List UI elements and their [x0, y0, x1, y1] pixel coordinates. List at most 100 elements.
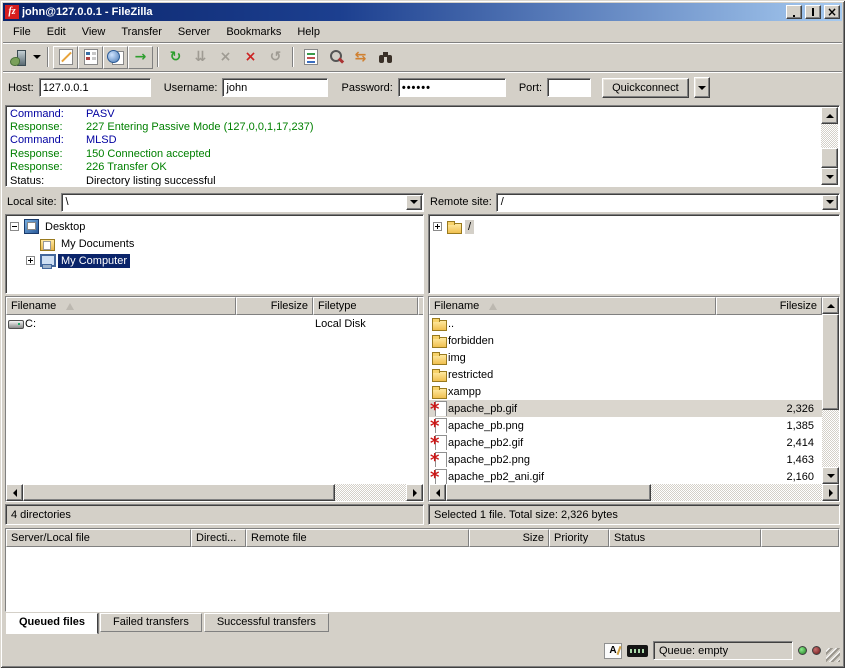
reconnect-button[interactable] — [263, 46, 288, 69]
column-header-status[interactable]: Status — [609, 529, 761, 547]
tab-successful-transfers[interactable]: Successful transfers — [204, 613, 329, 632]
quickconnect-button[interactable]: Quickconnect — [602, 78, 689, 98]
scroll-left-button[interactable] — [429, 484, 446, 501]
menu-bar: FileEditViewTransferServerBookmarksHelp — [3, 21, 842, 42]
scroll-track[interactable] — [821, 124, 838, 168]
tree-item-desktop[interactable]: Desktop — [6, 218, 423, 235]
scroll-right-button[interactable] — [406, 484, 423, 501]
filename-filters-button[interactable] — [323, 46, 348, 69]
tree-item-blank[interactable]: / — [429, 218, 839, 235]
collapse-minus-icon[interactable] — [10, 222, 19, 231]
site-manager-dropdown-button[interactable] — [30, 46, 43, 69]
quickconnect-dropdown-button[interactable] — [694, 77, 710, 98]
scroll-thumb[interactable] — [446, 484, 651, 501]
column-header-directi[interactable]: Directi... — [191, 529, 246, 547]
file-row-apache-pb2-gif[interactable]: apache_pb2.gif2,414 — [429, 434, 822, 451]
column-header-filesize[interactable]: Filesize — [716, 297, 822, 315]
filename-cell: apache_pb.png — [429, 418, 716, 433]
local-site-dropdown-button[interactable] — [406, 195, 422, 210]
toggle-message-log-button[interactable] — [53, 46, 78, 69]
file-row-apache-pb-gif[interactable]: apache_pb.gif2,326 — [429, 400, 822, 417]
menu-edit[interactable]: Edit — [39, 23, 74, 41]
menu-transfer[interactable]: Transfer — [113, 23, 170, 41]
filesize-cell: 1,463 — [716, 454, 822, 466]
username-input[interactable] — [226, 79, 324, 96]
tree-item-my-documents[interactable]: My Documents — [6, 235, 423, 252]
local-hscrollbar[interactable] — [6, 484, 423, 501]
column-header-filename[interactable]: Filename — [429, 297, 716, 315]
close-button[interactable]: × — [824, 5, 840, 19]
scroll-up-button[interactable] — [821, 107, 838, 124]
column-label: Directi... — [196, 532, 236, 544]
arrow-down-icon — [826, 175, 834, 179]
file-row-apache-pb-png[interactable]: apache_pb.png1,385 — [429, 417, 822, 434]
cancel-operation-button[interactable] — [213, 46, 238, 69]
scroll-up-button[interactable] — [822, 297, 839, 314]
file-row-blank[interactable]: .. — [429, 315, 822, 332]
minimize-button[interactable] — [786, 5, 802, 19]
column-header-filesize[interactable]: Filesize — [236, 297, 313, 315]
scroll-left-button[interactable] — [6, 484, 23, 501]
file-row-restricted[interactable]: restricted — [429, 366, 822, 383]
disconnect-button[interactable] — [238, 46, 263, 69]
column-header-server-local-file[interactable]: Server/Local file — [6, 529, 191, 547]
scroll-down-button[interactable] — [821, 168, 838, 185]
column-label: Size — [523, 532, 544, 544]
column-header-remote-file[interactable]: Remote file — [246, 529, 469, 547]
refresh-button[interactable] — [163, 46, 188, 69]
directory-comparison-button[interactable] — [298, 46, 323, 69]
menu-server[interactable]: Server — [170, 23, 218, 41]
host-input[interactable] — [43, 79, 147, 96]
log-scrollbar[interactable] — [821, 107, 838, 185]
column-header-size[interactable]: Size — [469, 529, 549, 547]
column-label: Filesize — [780, 300, 817, 312]
remote-hscrollbar[interactable] — [429, 484, 839, 501]
file-row-forbidden[interactable]: forbidden — [429, 332, 822, 349]
scroll-down-button[interactable] — [822, 467, 839, 484]
file-row-c[interactable]: C:Local Disk — [6, 315, 423, 332]
scroll-thumb[interactable] — [821, 148, 838, 168]
queue-body[interactable] — [6, 547, 839, 611]
tab-failed-transfers[interactable]: Failed transfers — [100, 613, 202, 632]
remote-site-combobox[interactable]: / — [496, 193, 840, 212]
column-header-filetype[interactable]: Filetype — [313, 297, 418, 315]
scroll-thumb[interactable] — [23, 484, 335, 501]
file-row-xampp[interactable]: xampp — [429, 383, 822, 400]
menu-bookmarks[interactable]: Bookmarks — [218, 23, 289, 41]
port-input[interactable] — [551, 79, 587, 96]
find-files-button[interactable] — [373, 46, 398, 69]
resize-grip[interactable] — [826, 648, 840, 662]
toggle-remote-tree-button[interactable] — [103, 46, 128, 69]
tab-queued-files[interactable]: Queued files — [6, 613, 98, 634]
file-row-apache-pb2-ani-gif[interactable]: apache_pb2_ani.gif2,160 — [429, 468, 822, 484]
column-header-l[interactable]: L — [418, 297, 423, 315]
file-row-img[interactable]: img — [429, 349, 822, 366]
site-manager-button[interactable] — [5, 46, 30, 69]
scroll-thumb[interactable] — [822, 314, 839, 410]
maximize-button[interactable] — [805, 5, 821, 19]
synchronized-browsing-icon — [352, 48, 370, 66]
menu-file[interactable]: File — [5, 23, 39, 41]
scroll-track[interactable] — [23, 484, 406, 501]
menu-help[interactable]: Help — [289, 23, 328, 41]
column-header-blank[interactable] — [761, 529, 839, 547]
column-header-priority[interactable]: Priority — [549, 529, 609, 547]
toggle-local-tree-button[interactable] — [78, 46, 103, 69]
process-queue-button[interactable] — [188, 46, 213, 69]
menu-view[interactable]: View — [74, 23, 114, 41]
local-site-combobox[interactable]: \ — [61, 193, 424, 212]
remote-vscrollbar[interactable] — [822, 297, 839, 484]
tree-item-my-computer[interactable]: My Computer — [6, 252, 423, 269]
file-row-apache-pb2-png[interactable]: apache_pb2.png1,463 — [429, 451, 822, 468]
scroll-right-button[interactable] — [822, 484, 839, 501]
scroll-track[interactable] — [822, 314, 839, 467]
column-header-filename[interactable]: Filename — [6, 297, 236, 315]
password-input[interactable] — [402, 79, 502, 96]
scroll-track[interactable] — [446, 484, 822, 501]
toggle-queue-button[interactable] — [128, 46, 153, 69]
title-bar[interactable]: fz john@127.0.0.1 - FileZilla × — [3, 3, 842, 21]
synchronized-browsing-button[interactable] — [348, 46, 373, 69]
expand-plus-icon[interactable] — [433, 222, 442, 231]
expand-plus-icon[interactable] — [26, 256, 35, 265]
remote-site-dropdown-button[interactable] — [822, 195, 838, 210]
